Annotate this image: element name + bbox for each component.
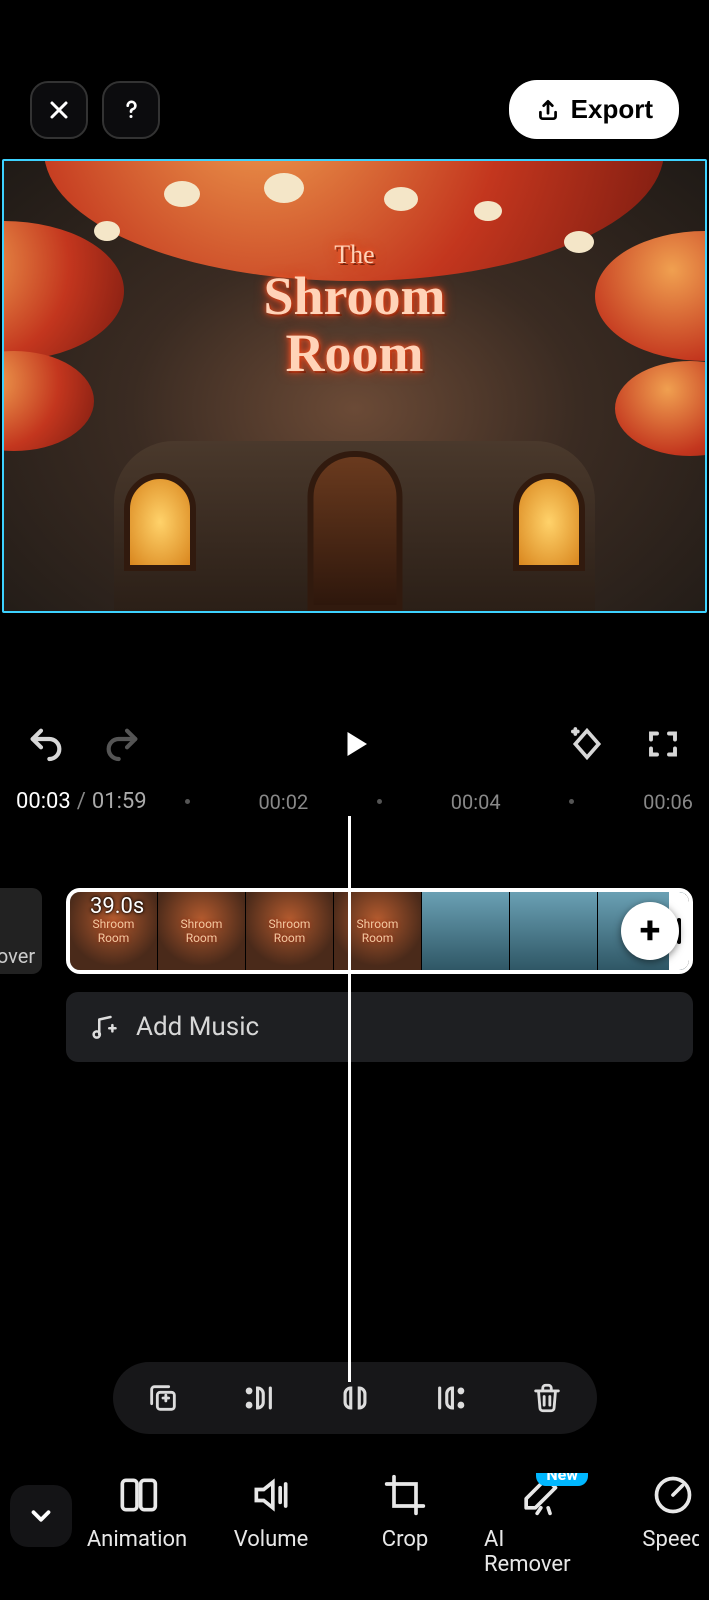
edit-actions [113,1362,597,1434]
add-clip-button[interactable]: + [621,902,679,960]
close-icon [47,98,71,122]
total-time: 01:59 [92,789,147,814]
new-badge: New [536,1473,588,1486]
music-add-icon [88,1012,118,1042]
split-button[interactable] [335,1378,375,1418]
add-music-button[interactable]: Add Music [66,992,693,1062]
tool-speed[interactable]: Speed [618,1473,699,1577]
export-icon [535,97,561,123]
chevron-down-icon [26,1501,56,1531]
speed-icon [651,1473,695,1517]
delete-button[interactable] [527,1378,567,1418]
trim-end-button[interactable] [431,1378,471,1418]
keyframe-icon [567,724,607,764]
preview-title: The Shroom Room [263,241,445,382]
crop-icon [383,1473,427,1517]
play-button[interactable] [330,719,380,769]
animation-icon [115,1473,159,1517]
redo-icon [102,724,142,764]
tool-ai-remover[interactable]: New AI Remover [484,1473,594,1577]
add-music-label: Add Music [136,1012,259,1042]
current-time: 00:03 [16,789,71,814]
fullscreen-button[interactable] [641,722,685,766]
playhead[interactable] [348,816,351,1382]
prev-clip-end[interactable]: over [0,888,42,974]
split-icon [338,1381,372,1415]
trim-end-icon [434,1381,468,1415]
export-button[interactable]: Export [509,80,679,139]
collapse-toolbar-button[interactable] [10,1485,72,1547]
clip-strip[interactable]: ShroomRoom ShroomRoom ShroomRoom ShroomR… [66,888,693,974]
help-button[interactable] [102,81,160,139]
undo-button[interactable] [24,722,68,766]
redo-button[interactable] [100,722,144,766]
tool-crop[interactable]: Crop [350,1473,460,1577]
close-button[interactable] [30,81,88,139]
volume-icon [249,1473,293,1517]
trash-icon [530,1381,564,1415]
plus-icon: + [640,909,661,953]
undo-icon [26,724,66,764]
duplicate-icon [146,1381,180,1415]
trim-start-button[interactable] [239,1378,279,1418]
time-ruler[interactable]: 00:03 / 01:59 00:02 00:04 00:06 [0,769,709,822]
tool-animation[interactable]: Animation [82,1473,192,1577]
clip-duration: 39.0s [90,894,144,919]
play-icon [337,726,373,762]
tool-volume[interactable]: Volume [216,1473,326,1577]
keyframe-button[interactable] [565,722,609,766]
duplicate-button[interactable] [143,1378,183,1418]
fullscreen-icon [645,726,681,762]
video-preview[interactable]: The Shroom Room [2,159,707,613]
trim-start-icon [242,1381,276,1415]
help-icon [118,97,144,123]
export-label: Export [571,94,653,125]
